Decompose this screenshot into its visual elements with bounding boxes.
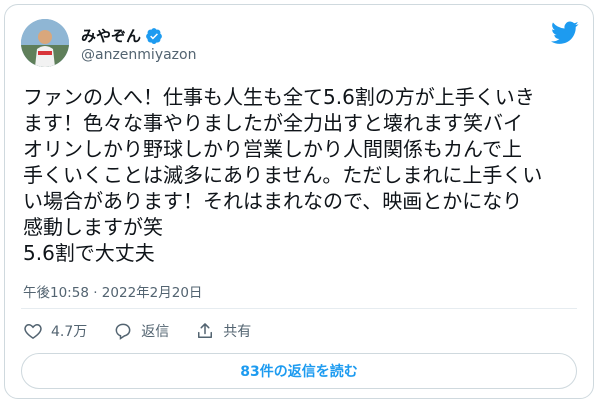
tweet-text: ファンの人へ！仕事も人生も全て5.6割の方が上手くいき ます！色々な事やりました… <box>23 84 583 266</box>
author-display-name[interactable]: みやぞん <box>81 25 141 46</box>
tweet-text-line: い場合があります！それはまれなので、映画とかになり <box>23 189 523 213</box>
tweet-timestamp[interactable]: 午後10:58 · 2022年2月20日 <box>23 281 202 301</box>
tweet-text-line: 5.6割で大丈夫 <box>23 241 155 265</box>
tweet-text-line: ます！色々な事やりましたが全力出すと壊れます笑バイ <box>23 111 523 135</box>
tweet-card: みやぞん @anzenmiyazon ファンの人へ！仕事も人生も全て5.6割の方… <box>4 4 594 399</box>
avatar-photo <box>21 19 69 67</box>
like-button[interactable]: 4.7万 <box>23 321 87 341</box>
divider <box>21 308 577 309</box>
share-upload-icon <box>198 323 213 338</box>
verified-badge-icon <box>146 27 162 44</box>
tweet-text-line: 手くいくことは滅多にありません。ただしまれに上手くい <box>23 163 543 187</box>
tweet-actions: 4.7万 返信 共有 <box>23 321 277 341</box>
tweet-text-line: 感動しますが笑 <box>23 215 163 239</box>
tweet-time: 午後10:58 <box>23 285 89 301</box>
like-count: 4.7万 <box>51 324 88 340</box>
reply-bubble-icon <box>115 323 131 340</box>
tweet-text-line: ファンの人へ！仕事も人生も全て5.6割の方が上手くいき <box>23 85 535 109</box>
heart-icon <box>24 323 42 339</box>
reply-button[interactable]: 返信 <box>113 321 169 341</box>
reply-label: 返信 <box>141 324 170 340</box>
read-replies-button[interactable]: 83件の返信を読む <box>21 353 577 389</box>
tweet-date: 2022年2月20日 <box>101 285 203 301</box>
twitter-bird-icon[interactable] <box>551 21 579 45</box>
share-label: 共有 <box>223 324 252 340</box>
share-button[interactable]: 共有 <box>195 321 251 341</box>
author-handle[interactable]: @anzenmiyazon <box>81 47 196 63</box>
avatar[interactable] <box>21 19 69 67</box>
timestamp-separator: · <box>93 285 98 301</box>
tweet-text-line: オリンしかり野球しかり営業しかり人間関係もカんで上 <box>23 137 522 161</box>
author-row: みやぞん <box>81 25 163 46</box>
